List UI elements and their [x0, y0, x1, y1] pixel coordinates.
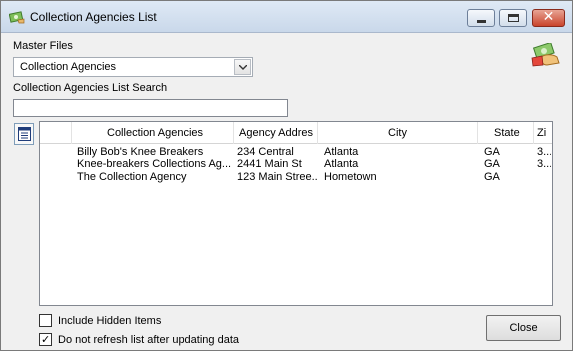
table-row[interactable]: The Collection Agency 123 Main Stree... …	[40, 171, 552, 184]
close-window-button[interactable]: ✕	[532, 9, 565, 27]
minimize-icon	[477, 20, 486, 23]
no-refresh-checkbox[interactable]: ✓	[39, 333, 52, 346]
chevron-down-icon	[239, 65, 247, 70]
search-label: Collection Agencies List Search	[13, 82, 168, 94]
col-header-state[interactable]: State	[478, 122, 534, 144]
collection-agencies-window: Collection Agencies List ✕ Master Files …	[0, 0, 573, 351]
window-title: Collection Agencies List	[30, 10, 157, 24]
title-bar[interactable]: Collection Agencies List ✕	[1, 1, 572, 33]
money-hand-icon	[529, 41, 561, 67]
table-row[interactable]: Knee-breakers Collections Ag... 2441 Mai…	[40, 158, 552, 171]
zip-cell: 3...	[537, 158, 551, 170]
dropdown-button[interactable]	[234, 59, 251, 75]
list-icon	[18, 127, 31, 141]
master-files-value: Collection Agencies	[20, 61, 117, 73]
master-files-label: Master Files	[13, 40, 73, 52]
city-cell: Atlanta	[324, 158, 359, 170]
checkmark-icon: ✓	[41, 333, 51, 346]
maximize-icon	[508, 14, 519, 22]
address-cell: 2441 Main St	[237, 158, 302, 170]
list-options-button[interactable]	[14, 123, 34, 145]
address-cell: 123 Main Stree...	[237, 171, 317, 183]
agency-name-cell: The Collection Agency	[77, 171, 187, 183]
agency-name-cell: Knee-breakers Collections Ag...	[77, 158, 232, 170]
close-icon: ✕	[542, 9, 555, 25]
grid-header: Collection Agencies Agency Addres City S…	[40, 122, 552, 144]
agencies-grid[interactable]: Collection Agencies Agency Addres City S…	[39, 121, 553, 306]
master-files-select[interactable]: Collection Agencies	[13, 57, 253, 77]
col-header-city[interactable]: City	[318, 122, 478, 144]
minimize-button[interactable]	[467, 9, 495, 27]
state-cell: GA	[484, 171, 500, 183]
no-refresh-label: Do not refresh list after updating data	[58, 334, 239, 346]
state-cell: GA	[484, 158, 500, 170]
col-header-agencies[interactable]: Collection Agencies	[72, 122, 234, 144]
app-icon	[8, 10, 25, 24]
zip-cell	[537, 171, 551, 184]
col-header-zip[interactable]: Zi	[534, 122, 552, 144]
col-header-address[interactable]: Agency Addres	[234, 122, 318, 144]
maximize-button[interactable]	[499, 9, 527, 27]
include-hidden-label: Include Hidden Items	[58, 315, 162, 327]
close-button[interactable]: Close	[486, 315, 561, 341]
include-hidden-checkbox[interactable]	[39, 314, 52, 327]
city-cell: Hometown	[324, 171, 377, 183]
search-input[interactable]	[13, 99, 288, 117]
column-picker-header[interactable]	[40, 122, 72, 144]
